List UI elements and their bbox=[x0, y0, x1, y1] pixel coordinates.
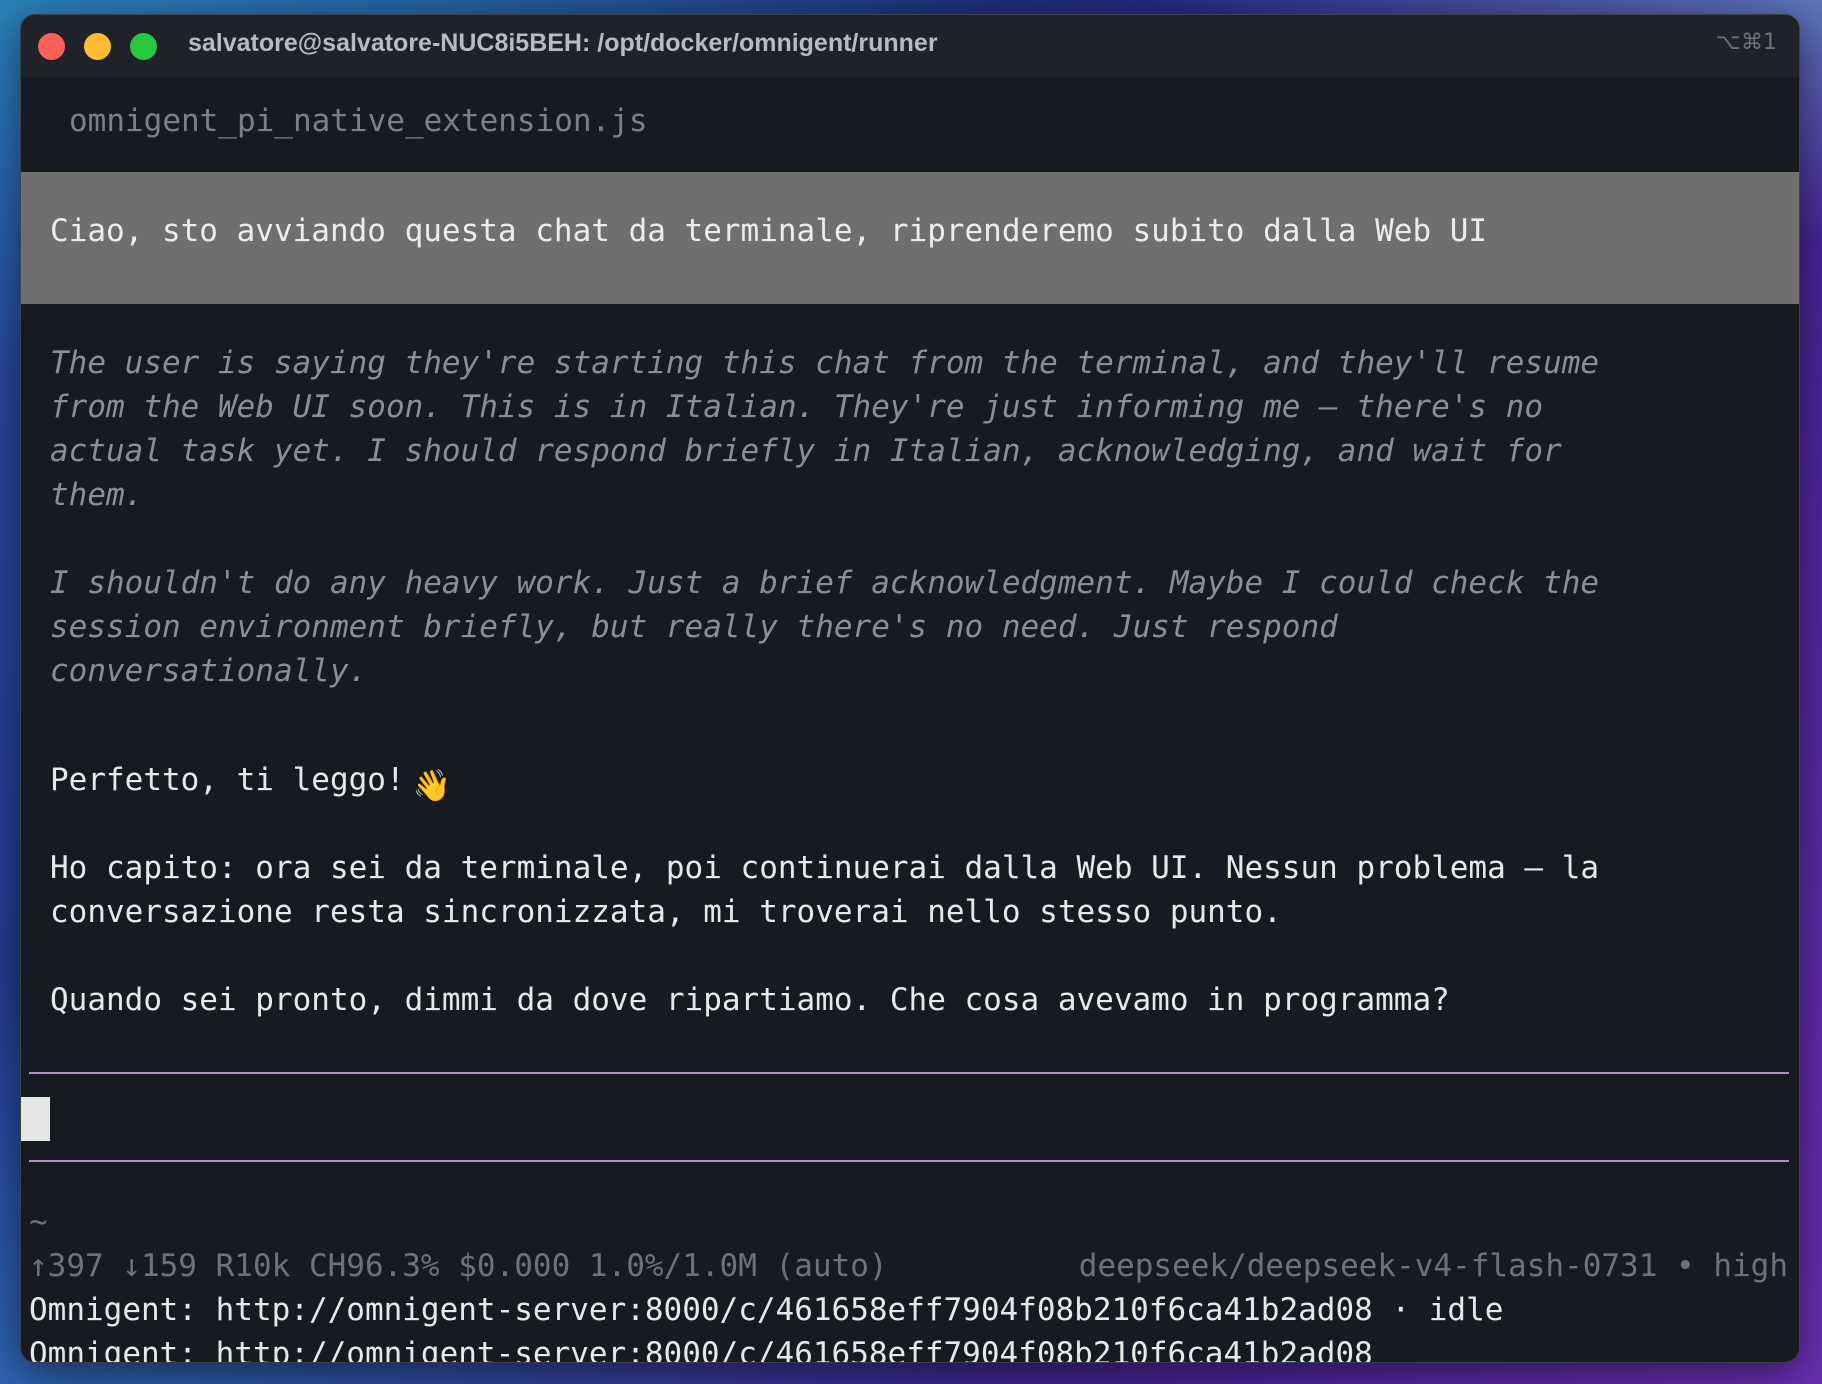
minimize-window-button[interactable] bbox=[84, 33, 111, 60]
window-shortcut: ⌥⌘1 bbox=[1715, 30, 1777, 55]
user-message-text: Ciao, sto avviando questa chat da termin… bbox=[50, 213, 1488, 249]
input-top-divider bbox=[29, 1072, 1789, 1074]
file-name-line: omnigent_pi_native_extension.js bbox=[69, 103, 648, 139]
tilde-line: ~ bbox=[29, 1204, 48, 1240]
reply-greeting-text: Perfetto, ti leggo! bbox=[50, 762, 405, 798]
thinking-paragraph-2: I shouldn't do any heavy work. Just a br… bbox=[50, 565, 1600, 689]
reply-question: Quando sei pronto, dimmi da dove riparti… bbox=[50, 982, 1450, 1018]
maximize-window-button[interactable] bbox=[130, 33, 157, 60]
waving-hand-icon: 👋 bbox=[412, 768, 452, 804]
terminal-window: salvatore@salvatore-NUC8i5BEH: /opt/dock… bbox=[21, 15, 1799, 1362]
window-title: salvatore@salvatore-NUC8i5BEH: /opt/dock… bbox=[188, 29, 938, 57]
omnigent-url-line[interactable]: Omnigent: http://omnigent-server:8000/c/… bbox=[29, 1332, 1373, 1362]
close-window-button[interactable] bbox=[38, 33, 65, 60]
usage-status: ↑397 ↓159 R10k CH96.3% $0.000 1.0%/1.0M … bbox=[29, 1248, 888, 1284]
omnigent-status-line[interactable]: Omnigent: http://omnigent-server:8000/c/… bbox=[29, 1288, 1503, 1332]
thinking-paragraph-1: The user is saying they're starting this… bbox=[50, 345, 1600, 513]
title-bar[interactable]: salvatore@salvatore-NUC8i5BEH: /opt/dock… bbox=[21, 15, 1799, 77]
reply-paragraph: Ho capito: ora sei da terminale, poi con… bbox=[50, 850, 1600, 930]
input-cursor[interactable] bbox=[21, 1097, 50, 1141]
input-bottom-divider bbox=[29, 1160, 1789, 1162]
reply-greeting: Perfetto, ti leggo! 👋 bbox=[50, 758, 1770, 808]
model-status: deepseek/deepseek-v4-flash-0731 • high bbox=[1078, 1248, 1788, 1284]
